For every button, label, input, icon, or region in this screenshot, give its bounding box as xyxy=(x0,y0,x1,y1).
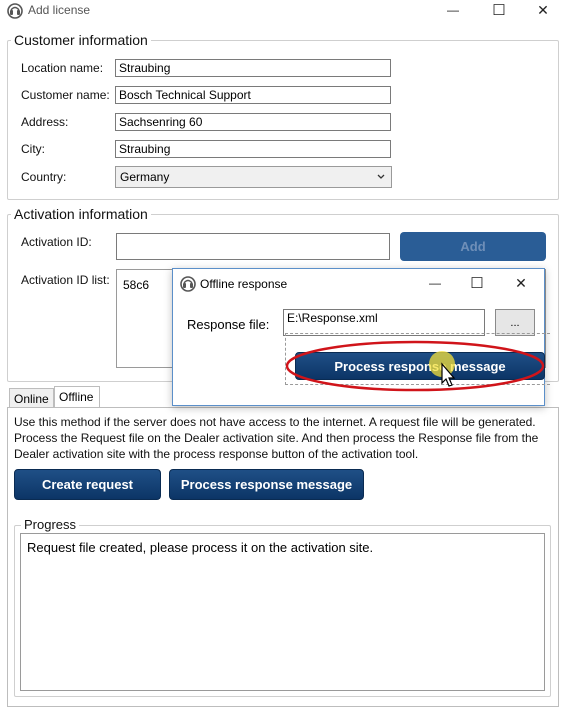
progress-title: Progress xyxy=(21,517,80,532)
maximize-icon: ☐ xyxy=(470,275,484,292)
process-response-button[interactable]: Process response message xyxy=(169,469,364,500)
progress-text: Request file created, please process it … xyxy=(27,540,374,555)
city-input[interactable]: Straubing xyxy=(115,140,391,158)
dialog-maximize-button[interactable]: ☐ xyxy=(460,273,494,293)
activation-info-title: Activation information xyxy=(11,206,151,222)
maximize-icon: ☐ xyxy=(492,2,506,19)
dialog-minimize-button[interactable]: — xyxy=(418,273,452,293)
customer-name-input[interactable]: Bosch Technical Support xyxy=(115,86,391,104)
tab-label: Offline xyxy=(59,390,94,404)
location-label: Location name: xyxy=(21,61,104,75)
address-input[interactable]: Sachsenring 60 xyxy=(115,113,391,131)
create-request-button[interactable]: Create request xyxy=(14,469,161,500)
minimize-icon: — xyxy=(447,3,459,17)
cursor-icon xyxy=(429,351,456,387)
browse-button[interactable]: ... xyxy=(495,309,535,336)
list-item[interactable]: 58c6 xyxy=(123,278,149,292)
title-bar: Add license — ☐ ✕ xyxy=(0,0,566,22)
dialog-close-button[interactable]: ✕ xyxy=(504,273,538,293)
chevron-down-icon xyxy=(377,174,385,179)
customer-info-title: Customer information xyxy=(11,32,151,48)
close-icon: ✕ xyxy=(537,1,549,18)
country-select[interactable]: Germany xyxy=(115,166,392,188)
minimize-button[interactable]: — xyxy=(436,0,470,20)
app-icon xyxy=(7,3,23,19)
activation-id-label: Activation ID: xyxy=(21,235,92,249)
dialog-title: Offline response xyxy=(200,277,288,291)
location-input[interactable]: Straubing xyxy=(115,59,391,77)
activation-list-label: Activation ID list: xyxy=(21,273,110,287)
close-button[interactable]: ✕ xyxy=(526,0,560,20)
country-value: Germany xyxy=(120,170,170,184)
minimize-icon: — xyxy=(429,276,441,290)
response-file-input[interactable]: E:\Response.xml xyxy=(283,309,485,336)
add-button[interactable]: Add xyxy=(400,232,546,261)
tab-offline[interactable]: Offline xyxy=(54,386,100,408)
response-file-label: Response file: xyxy=(187,317,270,332)
tab-label: Online xyxy=(14,392,49,406)
address-label: Address: xyxy=(21,115,69,129)
tab-online[interactable]: Online xyxy=(9,388,54,408)
city-label: City: xyxy=(21,142,45,156)
offline-description: Use this method if the server does not h… xyxy=(14,415,539,461)
maximize-button[interactable]: ☐ xyxy=(482,0,516,20)
country-label: Country: xyxy=(21,170,67,184)
close-icon: ✕ xyxy=(515,274,527,291)
progress-log: Request file created, please process it … xyxy=(20,533,545,691)
window-title: Add license xyxy=(28,3,91,17)
activation-id-input[interactable] xyxy=(116,233,390,260)
customer-name-label: Customer name: xyxy=(21,88,110,102)
app-icon xyxy=(180,276,196,292)
highlight-ellipse xyxy=(285,340,545,392)
